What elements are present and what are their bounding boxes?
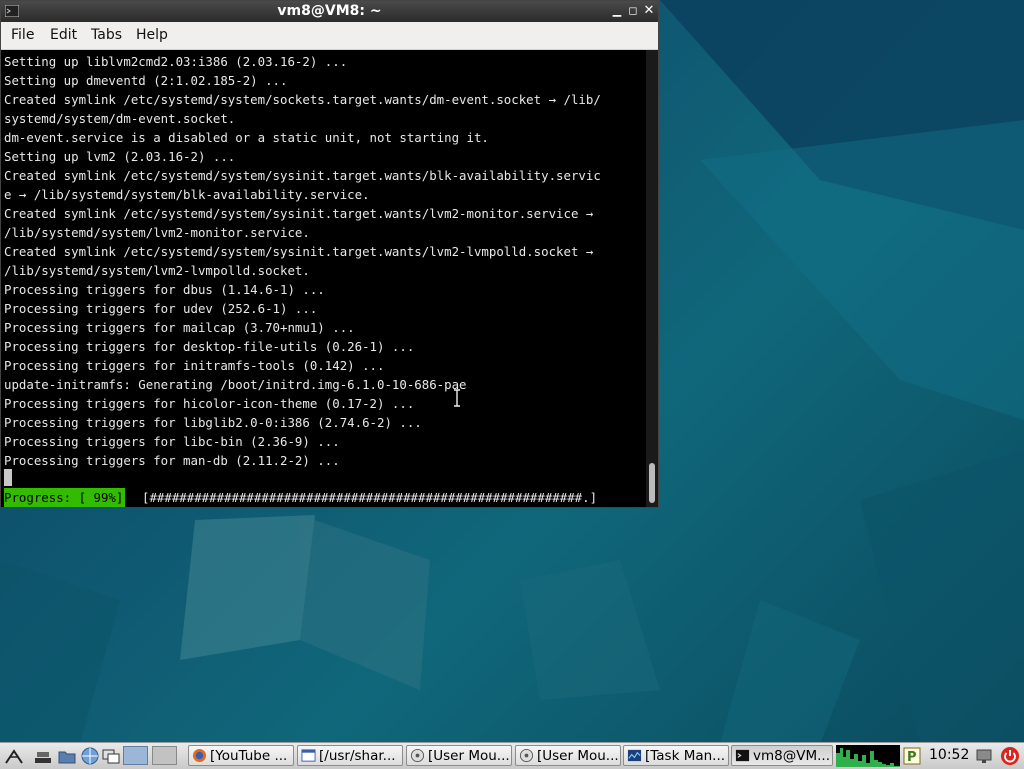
- terminal-scrollbar[interactable]: [646, 50, 658, 507]
- close-icon[interactable]: ✕: [641, 4, 657, 18]
- terminal-line: Processing triggers for mailcap (3.70+nm…: [4, 320, 355, 335]
- terminal-line: Setting up lvm2 (2.03.16-2) ...: [4, 149, 236, 164]
- terminal-line: Processing triggers for udev (252.6-1) .…: [4, 301, 318, 316]
- task-label: [/usr/shar...: [319, 748, 396, 764]
- maximize-icon[interactable]: ◻: [625, 4, 641, 18]
- menu-tabs[interactable]: Tabs: [91, 27, 122, 43]
- window-titlebar[interactable]: vm8@VM8: ~ ▁ ◻ ✕: [1, 1, 658, 22]
- terminal-line: Processing triggers for libglib2.0-0:i38…: [4, 415, 422, 430]
- user-mount-icon: [410, 748, 425, 763]
- terminal-line: Created symlink /etc/systemd/system/sock…: [4, 92, 601, 107]
- network-icon[interactable]: P: [903, 746, 921, 766]
- terminal-line: update-initramfs: Generating /boot/initr…: [4, 377, 467, 392]
- task-label: vm8@VM...: [753, 748, 830, 764]
- terminal-output[interactable]: Setting up liblvm2cmd2.03:i386 (2.03.16-…: [1, 50, 646, 507]
- cpu-monitor-icon[interactable]: [836, 745, 900, 767]
- menu-file[interactable]: File: [11, 27, 34, 43]
- scrollbar-thumb[interactable]: [649, 463, 655, 503]
- terminal-line: /lib/systemd/system/lvm2-lvmpolld.socket…: [4, 263, 310, 278]
- window-title: vm8@VM8: ~: [277, 3, 382, 19]
- svg-text:P: P: [907, 750, 917, 765]
- ibeam-cursor-icon: [454, 389, 460, 407]
- task-label: [YouTube ...: [210, 748, 288, 764]
- power-icon[interactable]: [1000, 746, 1020, 766]
- terminal-line: Processing triggers for man-db (2.11.2-2…: [4, 453, 340, 468]
- terminal-icon: [735, 749, 750, 762]
- window-switcher-icon[interactable]: [101, 746, 121, 766]
- task-terminal[interactable]: vm8@VM...: [731, 745, 833, 766]
- show-desktop-icon[interactable]: [33, 746, 53, 766]
- task-user-mount-2[interactable]: [User Mou...: [515, 745, 621, 766]
- task-task-manager[interactable]: [Task Man...: [623, 745, 729, 766]
- task-usr-share[interactable]: [/usr/shar...: [297, 745, 403, 766]
- user-mount-icon: [519, 748, 534, 763]
- terminal-line: Setting up liblvm2cmd2.03:i386 (2.03.16-…: [4, 54, 348, 69]
- workspace-1-icon[interactable]: [123, 746, 148, 765]
- terminal-line: dm-event.service is a disabled or a stat…: [4, 130, 489, 145]
- task-manager-icon: [627, 749, 642, 762]
- task-youtube[interactable]: [YouTube ...: [188, 745, 294, 766]
- task-label: [User Mou...: [428, 748, 510, 764]
- text-editor-icon: [301, 749, 316, 762]
- terminal-line: Created symlink /etc/systemd/system/sysi…: [4, 244, 594, 259]
- task-label: [User Mou...: [537, 748, 619, 764]
- start-menu-icon[interactable]: [4, 746, 24, 766]
- menu-bar: File Edit Tabs Help: [1, 22, 658, 50]
- terminal-line: Processing triggers for libc-bin (2.36-9…: [4, 434, 340, 449]
- task-user-mount-1[interactable]: [User Mou...: [406, 745, 512, 766]
- progress-label: Progress: [ 99%]: [4, 488, 126, 507]
- terminal-line: Processing triggers for hicolor-icon-the…: [4, 396, 415, 411]
- display-icon[interactable]: [974, 746, 994, 766]
- terminal-line: Processing triggers for initramfs-tools …: [4, 358, 385, 373]
- browser-icon[interactable]: [80, 746, 100, 766]
- menu-edit[interactable]: Edit: [50, 27, 77, 43]
- terminal-window[interactable]: vm8@VM8: ~ ▁ ◻ ✕ File Edit Tabs Help Set…: [0, 0, 659, 508]
- terminal-cursor: [4, 469, 12, 486]
- menu-help[interactable]: Help: [136, 27, 168, 43]
- terminal-line: Setting up dmeventd (2:1.02.185-2) ...: [4, 73, 288, 88]
- minimize-icon[interactable]: ▁: [609, 4, 625, 18]
- taskbar: [YouTube ... [/usr/shar... [User Mou... …: [0, 742, 1024, 769]
- terminal-line: Processing triggers for dbus (1.14.6-1) …: [4, 282, 325, 297]
- task-label: [Task Man...: [645, 748, 726, 764]
- taskbar-clock[interactable]: 10:52: [929, 747, 969, 763]
- terminal-line: systemd/system/dm-event.socket.: [4, 111, 236, 126]
- firefox-icon: [192, 748, 207, 763]
- progress-bar-text: [#######################################…: [142, 490, 598, 505]
- terminal-line: /lib/systemd/system/lvm2-monitor.service…: [4, 225, 310, 240]
- terminal-line: e → /lib/systemd/system/blk-availability…: [4, 187, 370, 202]
- terminal-line: Processing triggers for desktop-file-uti…: [4, 339, 415, 354]
- file-manager-icon[interactable]: [57, 746, 77, 766]
- terminal-line: Created symlink /etc/systemd/system/sysi…: [4, 206, 594, 221]
- workspace-2-icon[interactable]: [152, 746, 177, 765]
- terminal-line: Created symlink /etc/systemd/system/sysi…: [4, 168, 601, 183]
